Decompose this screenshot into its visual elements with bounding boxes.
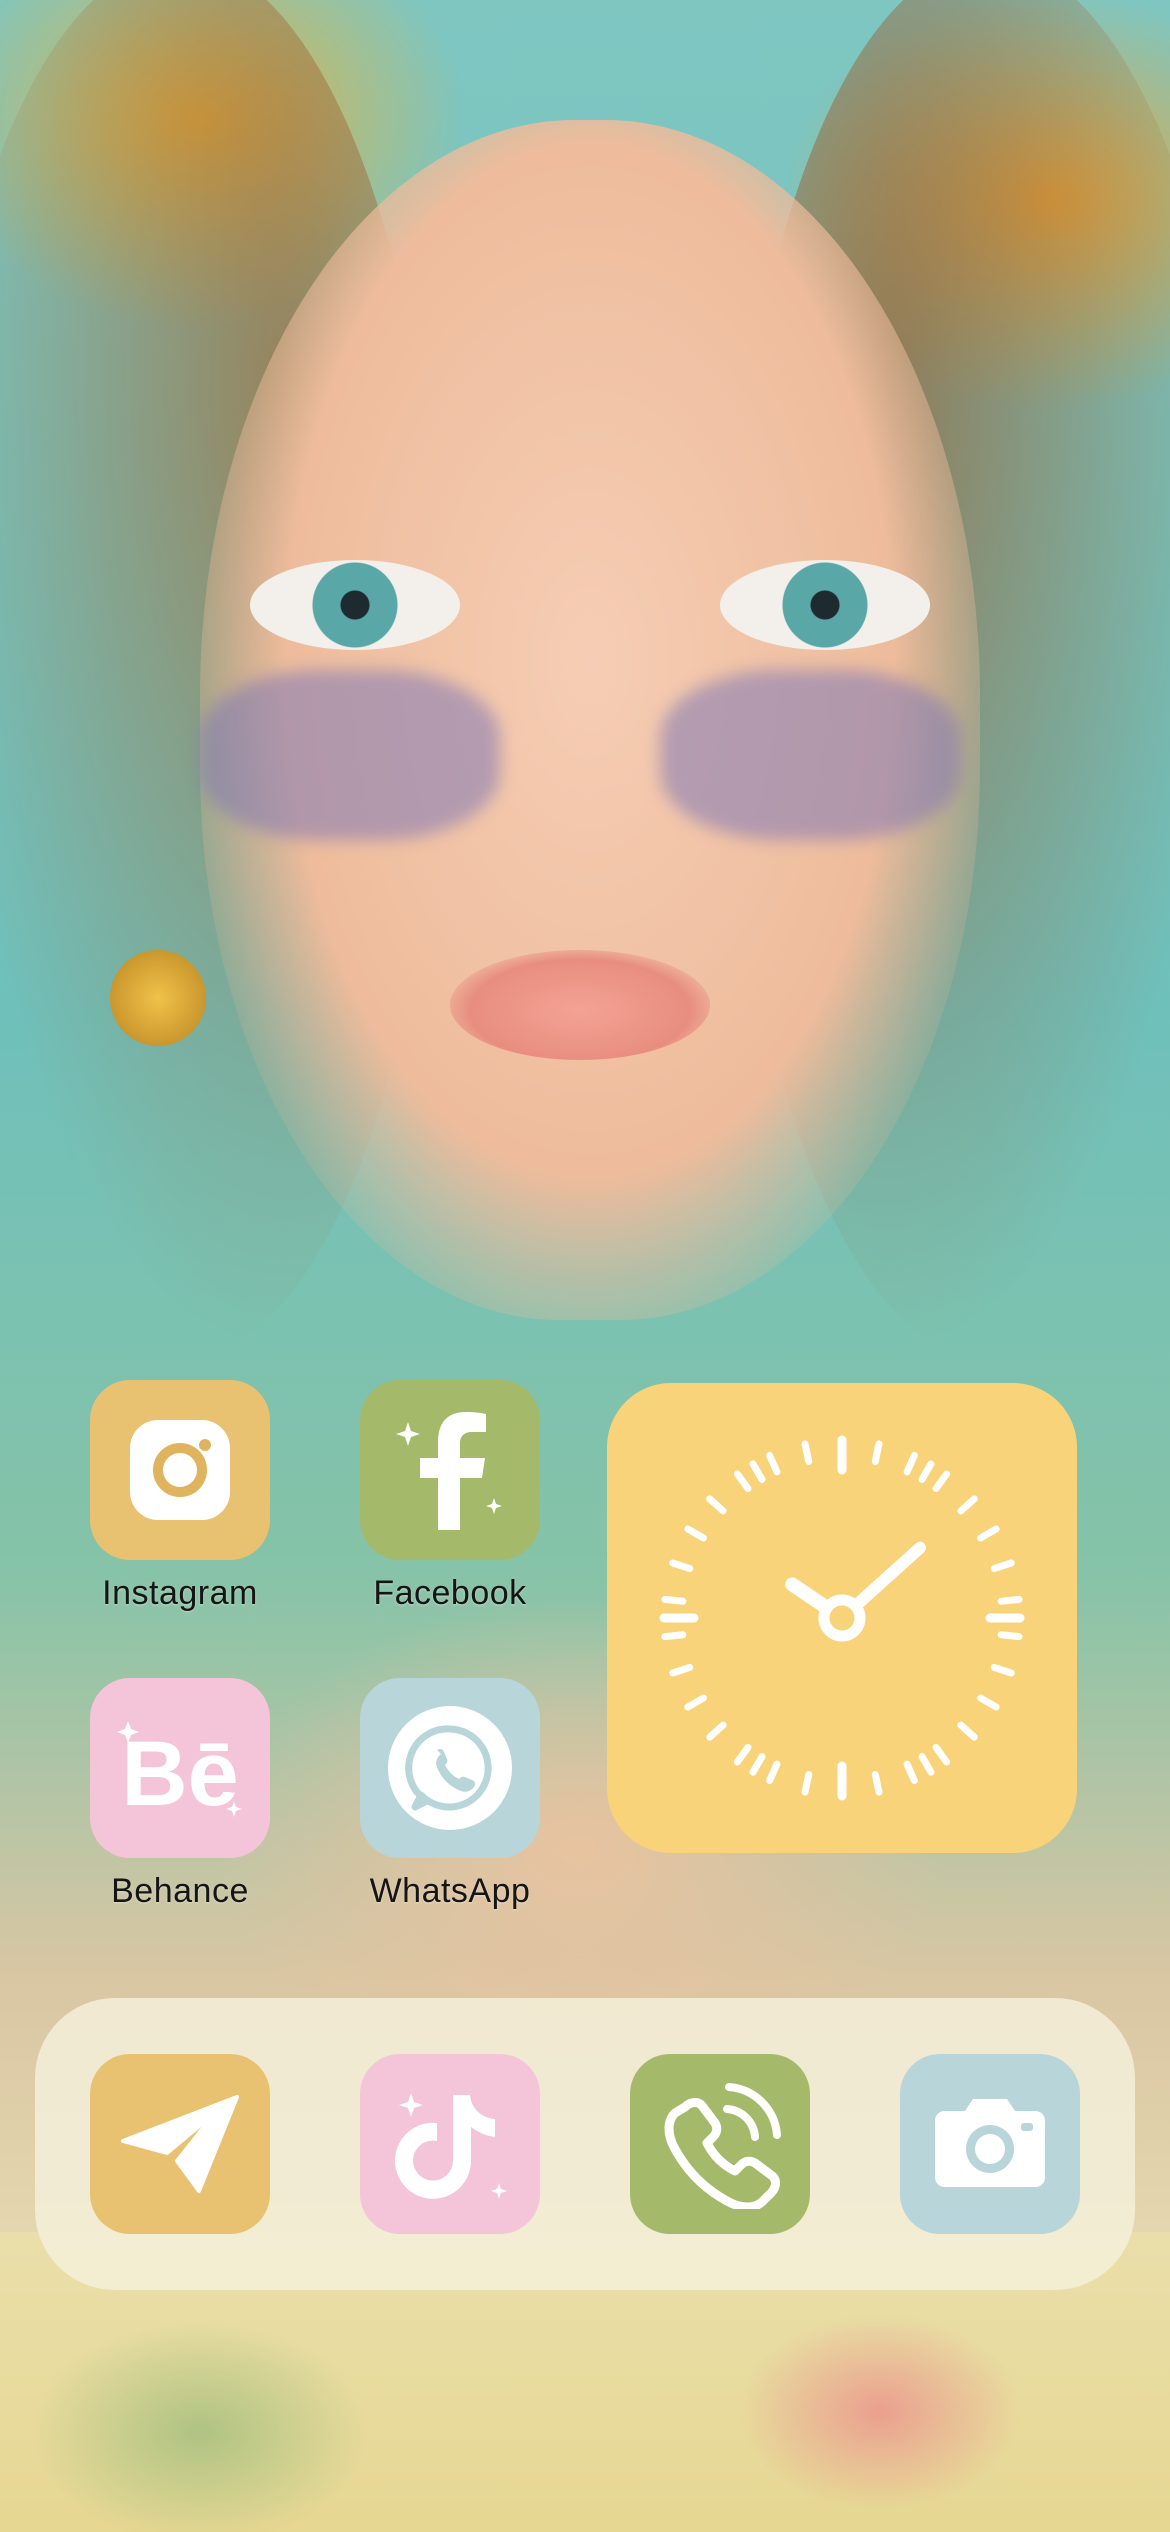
clock-tick (661, 1631, 687, 1641)
clock-tick (918, 1753, 935, 1776)
clock-tick (661, 1595, 687, 1605)
clock-tick (766, 1760, 781, 1785)
clock-tick (903, 1451, 918, 1476)
clock-tick (871, 1440, 883, 1465)
clock-tick (957, 1495, 978, 1515)
clock-tick (932, 1470, 951, 1493)
clock-tick (669, 1663, 694, 1677)
app-label: Behance (111, 1872, 249, 1910)
facebook-icon[interactable] (360, 1380, 540, 1560)
svg-text:Bē: Bē (121, 1723, 239, 1823)
clock-tick (684, 1694, 707, 1711)
clock-tick (669, 1559, 694, 1573)
clock-tick (990, 1559, 1015, 1573)
clock-tick (801, 1771, 813, 1796)
clock-tick (801, 1440, 813, 1465)
clock-tick (918, 1460, 935, 1483)
clock-tick (706, 1495, 727, 1515)
tiktok-icon[interactable] (360, 2054, 540, 2234)
phone-icon[interactable] (630, 2054, 810, 2234)
clock-tick (997, 1595, 1023, 1605)
app-behance[interactable]: Bē Behance (90, 1678, 270, 1911)
app-label: Facebook (373, 1574, 527, 1612)
instagram-icon[interactable] (90, 1380, 270, 1560)
clock-tick (766, 1451, 781, 1476)
clock-tick (990, 1663, 1015, 1677)
clock-tick (997, 1631, 1023, 1641)
clock-tick (977, 1694, 1000, 1711)
telegram-icon[interactable] (90, 2054, 270, 2234)
clock-tick (977, 1525, 1000, 1542)
clock-tick (733, 1743, 752, 1766)
behance-icon[interactable]: Bē (90, 1678, 270, 1858)
camera-icon[interactable] (900, 2054, 1080, 2234)
whatsapp-icon[interactable] (360, 1678, 540, 1858)
clock-tick (749, 1753, 766, 1776)
clock-widget[interactable] (607, 1383, 1077, 1853)
app-label: Instagram (102, 1574, 258, 1612)
app-whatsapp[interactable]: WhatsApp (360, 1678, 540, 1911)
app-instagram[interactable]: Instagram (90, 1380, 270, 1613)
app-facebook[interactable]: Facebook (360, 1380, 540, 1613)
clock-tick (684, 1525, 707, 1542)
clock-tick (957, 1721, 978, 1741)
app-label: WhatsApp (369, 1872, 531, 1910)
clock-tick (871, 1771, 883, 1796)
clock-tick (706, 1721, 727, 1741)
clock-tick (903, 1760, 918, 1785)
dock (35, 1998, 1135, 2290)
clock-icon (659, 1435, 1025, 1801)
clock-tick (749, 1460, 766, 1483)
clock-tick (932, 1743, 951, 1766)
clock-tick (733, 1470, 752, 1493)
